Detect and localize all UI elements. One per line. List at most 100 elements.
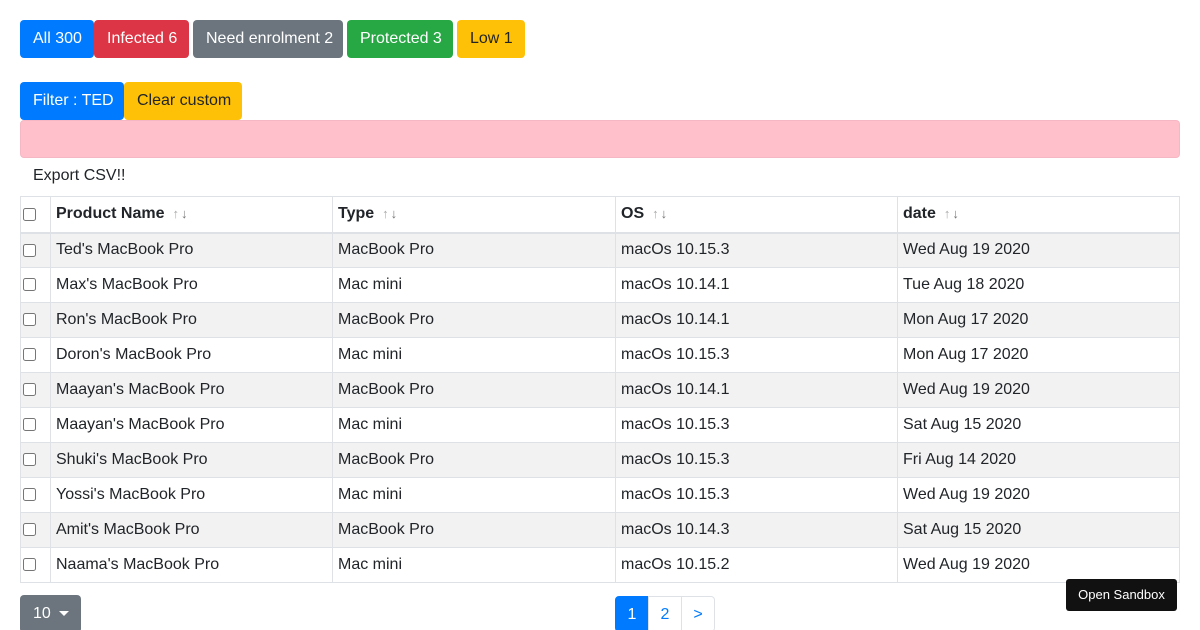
date-cell: Mon Aug 17 2020 xyxy=(897,302,1180,338)
row-select-cell xyxy=(20,337,51,373)
product-name-cell: Naama's MacBook Pro xyxy=(50,547,333,583)
table-row[interactable]: Amit's MacBook Pro MacBook Pro macOs 10.… xyxy=(20,512,1180,548)
date-cell: Wed Aug 19 2020 xyxy=(897,477,1180,513)
row-select-cell xyxy=(20,547,51,583)
type-cell: MacBook Pro xyxy=(332,512,616,548)
type-cell: MacBook Pro xyxy=(332,232,616,268)
row-select-cell xyxy=(20,477,51,513)
type-cell: MacBook Pro xyxy=(332,302,616,338)
table-row[interactable]: Maayan's MacBook Pro Mac mini macOs 10.1… xyxy=(20,407,1180,443)
type-cell: Mac mini xyxy=(332,337,616,373)
table-row[interactable]: Shuki's MacBook Pro MacBook Pro macOs 10… xyxy=(20,442,1180,478)
os-cell: macOs 10.15.3 xyxy=(615,442,898,478)
type-cell: Mac mini xyxy=(332,547,616,583)
page-1-button[interactable]: 1 xyxy=(615,596,649,630)
row-select-cell xyxy=(20,267,51,303)
row-checkbox[interactable] xyxy=(23,523,36,537)
sort-icon[interactable]: ↑↓ xyxy=(944,206,961,221)
type-cell: Mac mini xyxy=(332,267,616,303)
os-cell: macOs 10.15.2 xyxy=(615,547,898,583)
product-name-cell: Ron's MacBook Pro xyxy=(50,302,333,338)
row-select-cell xyxy=(20,302,51,338)
table-row[interactable]: Max's MacBook Pro Mac mini macOs 10.14.1… xyxy=(20,267,1180,303)
custom-filter-button[interactable]: Filter : TED xyxy=(20,82,124,120)
date-cell: Fri Aug 14 2020 xyxy=(897,442,1180,478)
row-checkbox[interactable] xyxy=(23,243,36,257)
os-cell: macOs 10.15.3 xyxy=(615,232,898,268)
sort-asc-icon: ↑ xyxy=(652,206,661,222)
all-filter-button[interactable]: All 300 xyxy=(20,20,94,58)
row-checkbox[interactable] xyxy=(23,558,36,572)
column-header-product-name[interactable]: Product Name ↑↓ xyxy=(50,196,333,234)
date-cell: Sat Aug 15 2020 xyxy=(897,407,1180,443)
row-checkbox[interactable] xyxy=(23,278,36,292)
row-select-cell xyxy=(20,407,51,443)
table-header-row: Product Name ↑↓ Type ↑↓ OS ↑↓ date ↑↓ xyxy=(20,196,1180,234)
pagination: 1 2 > xyxy=(615,596,715,630)
row-checkbox[interactable] xyxy=(23,488,36,502)
row-checkbox[interactable] xyxy=(23,418,36,432)
type-cell: MacBook Pro xyxy=(332,442,616,478)
os-cell: macOs 10.14.1 xyxy=(615,267,898,303)
open-sandbox-button[interactable]: Open Sandbox xyxy=(1066,579,1177,611)
product-name-cell: Ted's MacBook Pro xyxy=(50,232,333,268)
column-header-label: date xyxy=(903,205,936,223)
column-header-type[interactable]: Type ↑↓ xyxy=(332,196,616,234)
type-cell: Mac mini xyxy=(332,477,616,513)
page-size-value: 10 xyxy=(33,605,51,622)
export-csv-button[interactable]: Export CSV!! xyxy=(33,166,125,186)
product-name-cell: Maayan's MacBook Pro xyxy=(50,407,333,443)
product-name-cell: Max's MacBook Pro xyxy=(50,267,333,303)
sort-desc-icon: ↓ xyxy=(952,206,961,222)
row-checkbox[interactable] xyxy=(23,453,36,467)
type-cell: Mac mini xyxy=(332,407,616,443)
os-cell: macOs 10.14.3 xyxy=(615,512,898,548)
product-name-cell: Maayan's MacBook Pro xyxy=(50,372,333,408)
row-checkbox[interactable] xyxy=(23,313,36,327)
infected-filter-button[interactable]: Infected 6 xyxy=(94,20,189,58)
sort-desc-icon: ↓ xyxy=(660,206,670,222)
alert-banner xyxy=(20,120,1180,158)
product-name-cell: Doron's MacBook Pro xyxy=(50,337,333,373)
table-row[interactable]: Maayan's MacBook Pro MacBook Pro macOs 1… xyxy=(20,372,1180,408)
table-row[interactable]: Ted's MacBook Pro MacBook Pro macOs 10.1… xyxy=(20,232,1180,268)
date-cell: Tue Aug 18 2020 xyxy=(897,267,1180,303)
table-row[interactable]: Naama's MacBook Pro Mac mini macOs 10.15… xyxy=(20,547,1180,583)
column-header-label: Type xyxy=(338,205,375,223)
devices-table: Product Name ↑↓ Type ↑↓ OS ↑↓ date ↑↓ Ted's … xyxy=(20,196,1180,583)
product-name-cell: Amit's MacBook Pro xyxy=(50,512,333,548)
sort-icon[interactable]: ↑↓ xyxy=(172,206,189,221)
row-select-cell xyxy=(20,372,51,408)
select-all-checkbox[interactable] xyxy=(23,207,36,221)
select-all-cell xyxy=(20,196,51,234)
product-name-cell: Yossi's MacBook Pro xyxy=(50,477,333,513)
table-row[interactable]: Doron's MacBook Pro Mac mini macOs 10.15… xyxy=(20,337,1180,373)
os-cell: macOs 10.14.1 xyxy=(615,372,898,408)
next-page-button[interactable]: > xyxy=(681,596,715,630)
sort-icon[interactable]: ↑↓ xyxy=(382,206,399,221)
low-filter-button[interactable]: Low 1 xyxy=(457,20,525,58)
row-checkbox[interactable] xyxy=(23,383,36,397)
os-cell: macOs 10.15.3 xyxy=(615,477,898,513)
date-cell: Mon Aug 17 2020 xyxy=(897,337,1180,373)
sort-desc-icon: ↓ xyxy=(180,206,190,222)
os-cell: macOs 10.15.3 xyxy=(615,407,898,443)
need-enrolment-filter-button[interactable]: Need enrolment 2 xyxy=(193,20,343,58)
date-cell: Wed Aug 19 2020 xyxy=(897,232,1180,268)
os-cell: macOs 10.14.1 xyxy=(615,302,898,338)
page-size-dropdown[interactable]: 10 xyxy=(20,595,81,630)
table-row[interactable]: Yossi's MacBook Pro Mac mini macOs 10.15… xyxy=(20,477,1180,513)
column-header-os[interactable]: OS ↑↓ xyxy=(615,196,898,234)
date-cell: Sat Aug 15 2020 xyxy=(897,512,1180,548)
row-select-cell xyxy=(20,512,51,548)
sort-icon[interactable]: ↑↓ xyxy=(652,206,669,221)
column-header-label: OS xyxy=(621,205,645,223)
table-row[interactable]: Ron's MacBook Pro MacBook Pro macOs 10.1… xyxy=(20,302,1180,338)
clear-custom-button[interactable]: Clear custom xyxy=(124,82,242,120)
type-cell: MacBook Pro xyxy=(332,372,616,408)
row-select-cell xyxy=(20,442,51,478)
protected-filter-button[interactable]: Protected 3 xyxy=(347,20,453,58)
column-header-date[interactable]: date ↑↓ xyxy=(897,196,1180,234)
page-2-button[interactable]: 2 xyxy=(648,596,682,630)
row-checkbox[interactable] xyxy=(23,348,36,362)
